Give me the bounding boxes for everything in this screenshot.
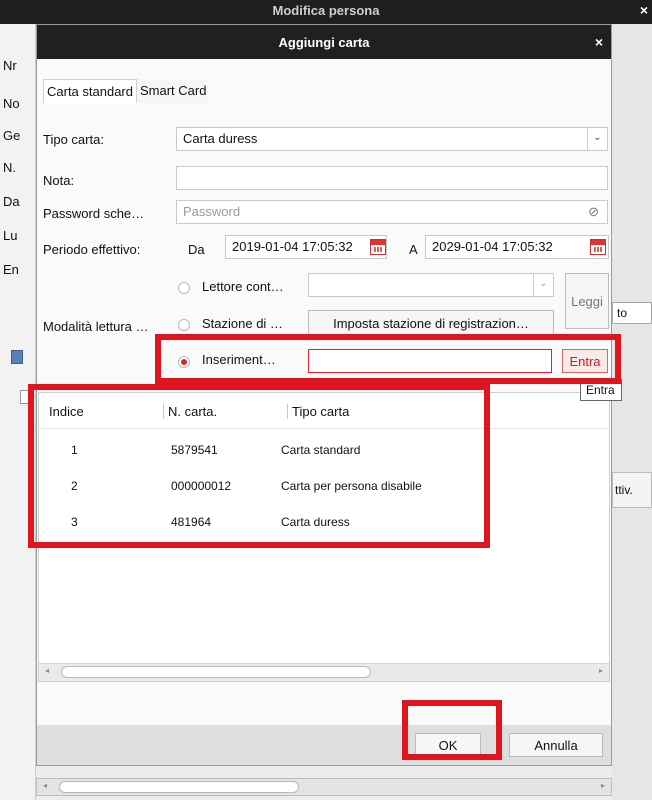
reading-mode-label: Modalità lettura … <box>43 319 149 334</box>
cancel-button[interactable]: Annulla <box>509 733 603 757</box>
card-type-tabs: Carta standard Smart Card <box>43 79 210 103</box>
parent-label: No <box>3 96 20 111</box>
scroll-left-icon[interactable]: ◂ <box>45 666 49 675</box>
close-icon[interactable]: × <box>595 34 603 50</box>
set-enrollment-station-button[interactable]: Imposta stazione di registrazion… <box>308 310 554 336</box>
card-type-value: Carta duress <box>183 131 258 146</box>
password-field[interactable]: Password ⊘ <box>176 200 608 224</box>
radio-card-reader[interactable] <box>178 282 190 294</box>
to-label: A <box>409 242 418 257</box>
tab-smart-card[interactable]: Smart Card <box>137 79 210 103</box>
read-button[interactable]: Leggi <box>565 273 609 329</box>
radio-enrollment-station[interactable] <box>178 319 190 331</box>
from-label: Da <box>188 242 205 257</box>
parent-form-right <box>612 24 652 800</box>
end-date-field[interactable]: 2029-01-04 17:05:32 <box>425 235 609 259</box>
parent-label: N. <box>3 160 16 175</box>
parent-label: En <box>3 262 19 277</box>
parent-title: Modifica persona <box>272 3 380 18</box>
note-label: Nota: <box>43 173 75 188</box>
scroll-right-icon[interactable]: ▸ <box>601 781 605 790</box>
parent-label: Nr <box>3 58 17 73</box>
parent-label: Ge <box>3 128 21 143</box>
dialog-title: Aggiungi carta <box>278 35 370 50</box>
scrollbar-thumb[interactable] <box>61 666 371 678</box>
highlight-manual-input <box>155 334 621 384</box>
tab-carta-standard[interactable]: Carta standard <box>43 79 137 103</box>
calendar-icon[interactable] <box>590 239 606 255</box>
dialog-titlebar: Aggiungi carta × <box>37 25 611 59</box>
parent-right-field[interactable]: to <box>612 302 652 324</box>
calendar-icon[interactable] <box>370 239 386 255</box>
parent-label: Da <box>3 194 20 209</box>
parent-horizontal-scrollbar[interactable]: ◂ ▸ <box>36 778 612 796</box>
parent-titlebar: Modifica persona × <box>0 0 652 24</box>
password-placeholder: Password <box>183 204 241 219</box>
dropdown-arrow-icon[interactable]: ⌄ <box>533 274 553 296</box>
card-type-label: Tipo carta: <box>43 132 104 147</box>
scroll-right-icon[interactable]: ▸ <box>599 666 603 675</box>
enrollment-station-option-label: Stazione di … <box>202 316 283 331</box>
highlight-ok-button <box>402 700 502 760</box>
table-horizontal-scrollbar[interactable]: ◂ ▸ <box>39 663 609 681</box>
password-label: Password sche… <box>43 206 145 221</box>
scroll-left-icon[interactable]: ◂ <box>43 781 47 790</box>
validity-period-label: Periodo effettivo: <box>43 242 141 257</box>
start-date-field[interactable]: 2019-01-04 17:05:32 <box>225 235 387 259</box>
card-reader-option-label: Lettore cont… <box>202 279 284 294</box>
document-icon[interactable] <box>11 350 23 364</box>
parent-right-button[interactable]: ttiv. <box>612 472 652 508</box>
note-field[interactable] <box>176 166 608 190</box>
dialog-footer: OK Annulla <box>37 725 611 765</box>
card-type-select[interactable]: Carta duress ⌄ <box>176 127 608 151</box>
parent-close-icon[interactable]: × <box>640 2 648 18</box>
scrollbar-thumb[interactable] <box>59 781 299 793</box>
card-reader-select[interactable]: ⌄ <box>308 273 554 297</box>
dropdown-arrow-icon[interactable]: ⌄ <box>587 128 607 150</box>
eye-hidden-icon[interactable]: ⊘ <box>588 204 599 220</box>
parent-label: Lu <box>3 228 18 243</box>
highlight-card-table <box>28 384 490 548</box>
